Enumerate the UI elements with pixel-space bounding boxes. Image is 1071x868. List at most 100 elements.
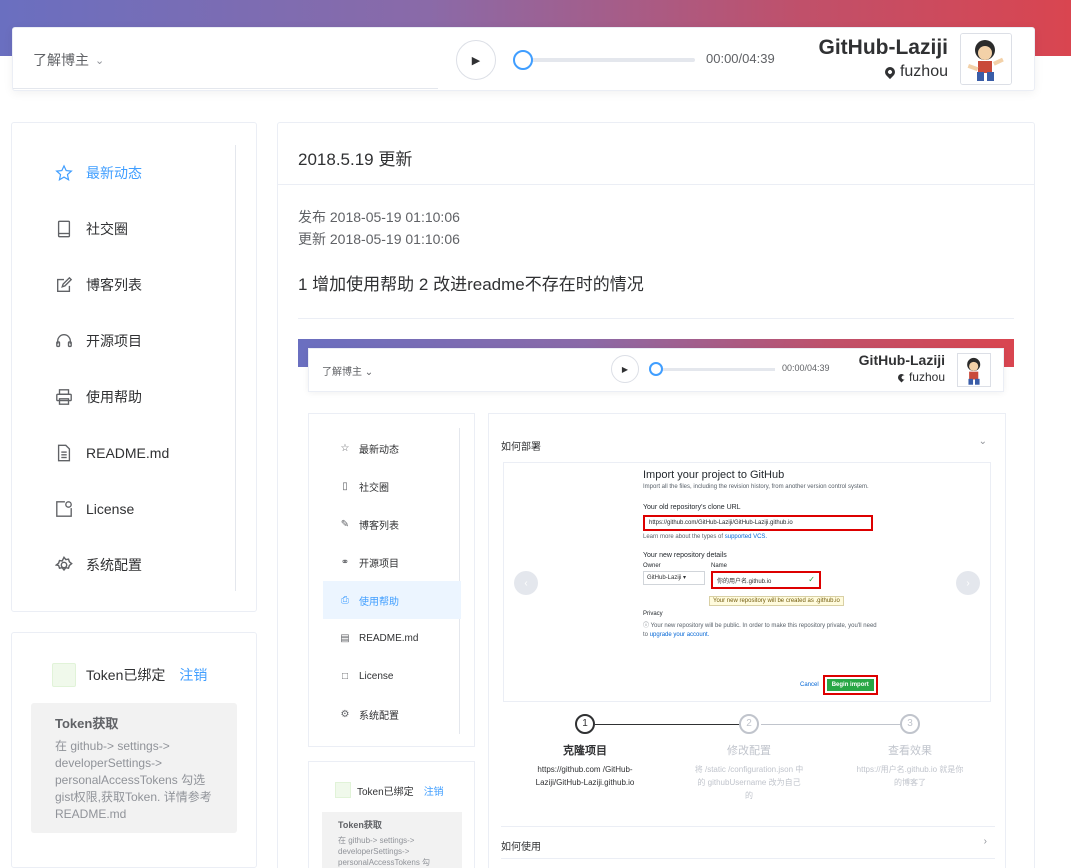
chevron-down-icon: ⌄ bbox=[95, 54, 105, 67]
token-status: Token已绑定 bbox=[86, 667, 166, 683]
shot-play-icon: ▶ bbox=[611, 355, 639, 383]
sidebar-item-label: 博客列表 bbox=[86, 277, 142, 293]
token-help-title: Token获取 bbox=[55, 716, 119, 731]
token-help-text: 在 github-> settings-> developerSettings-… bbox=[55, 739, 212, 821]
shot-token-icon bbox=[335, 782, 351, 798]
published-time: 发布 2018-05-19 01:10:06 bbox=[298, 209, 460, 225]
step-2: 2 修改配置 将 /static /configuration.json 中的 … bbox=[694, 714, 804, 802]
chevron-right-icon: › bbox=[983, 836, 987, 847]
document-icon: ▤ bbox=[340, 632, 350, 644]
shot-header: 了解博主 ⌄ ▶ 00:00/04:39 GitHub-Laziji fuzho… bbox=[308, 348, 1004, 392]
content-divider bbox=[298, 318, 1014, 319]
play-icon: ▶ bbox=[471, 54, 481, 67]
github-import-form: Import your project to GitHub Import all… bbox=[643, 469, 877, 638]
license-icon: □ bbox=[341, 670, 349, 682]
headset-icon: ⚭ bbox=[340, 556, 350, 568]
sidebar-item-social[interactable]: 社交圈 bbox=[54, 217, 128, 241]
shot-nav-item: ☆ 最新动态 bbox=[340, 442, 399, 456]
printer-icon: ⎙ bbox=[341, 594, 349, 606]
printer-icon bbox=[54, 387, 74, 407]
step-1: 1 克隆项目 https://github.com /GitHub-Laziji… bbox=[530, 714, 640, 789]
shot-token-card: Token已绑定 注销 Token获取 在 github-> settings-… bbox=[308, 761, 475, 868]
shot-slider-handle bbox=[649, 362, 663, 376]
token-card: Token已绑定 注销 Token获取 在 github-> settings-… bbox=[11, 632, 257, 868]
token-help-box: Token获取 在 github-> settings-> developerS… bbox=[31, 703, 237, 833]
audio-progress-slider[interactable] bbox=[513, 50, 695, 70]
about-label: 了解博主 bbox=[33, 52, 89, 68]
info-icon: ⓘ bbox=[643, 623, 650, 629]
avatar-image bbox=[961, 34, 1011, 84]
shot-token-help: Token获取 在 github-> settings-> developerS… bbox=[322, 812, 462, 868]
shot-sidebar: ☆ 最新动态 ▯ 社交圈 ✎ 博客列表 ⚭ 开源项目 ⎙ 使用帮助 ▤ README.md … bbox=[308, 413, 475, 747]
update-description: 1 增加使用帮助 2 改进readme不存在时的情况 bbox=[298, 275, 644, 294]
sidebar-item-projects[interactable]: 开源项目 bbox=[54, 329, 142, 353]
license-icon bbox=[54, 499, 74, 519]
sidebar-item-settings[interactable]: 系统配置 bbox=[54, 553, 142, 577]
location-pin-icon bbox=[896, 372, 907, 382]
audio-time: 00:00/04:39 bbox=[706, 51, 775, 66]
embedded-screenshot: 了解博主 ⌄ ▶ 00:00/04:39 GitHub-Laziji fuzho… bbox=[298, 339, 1014, 868]
shot-nav-item: ▤ README.md bbox=[340, 632, 419, 644]
sidebar: 最新动态 社交圈 博客列表 开源项目 使用帮助 README.md Licens… bbox=[11, 122, 257, 612]
token-status-icon bbox=[52, 663, 76, 687]
shot-about-label: 了解博主 ⌄ bbox=[322, 367, 374, 378]
gear-icon: ⚙ bbox=[340, 708, 350, 720]
headset-icon bbox=[54, 331, 74, 351]
play-button[interactable]: ▶ bbox=[456, 40, 496, 80]
sidebar-item-license[interactable]: License bbox=[54, 497, 134, 521]
tablet-icon: ▯ bbox=[342, 480, 348, 492]
location: fuzhou bbox=[882, 63, 948, 81]
location-pin-icon bbox=[882, 64, 898, 80]
step-3: 3 查看效果 https://用户名.github.io 就是你的博客了 bbox=[855, 714, 965, 789]
logout-link[interactable]: 注销 bbox=[179, 665, 207, 685]
slider-handle[interactable] bbox=[513, 50, 533, 70]
check-icon: ✓ bbox=[808, 575, 815, 584]
gear-icon bbox=[54, 555, 74, 575]
shot-divider bbox=[501, 826, 995, 827]
shot-divider bbox=[501, 858, 995, 859]
shot-usage-title: 如何使用 bbox=[501, 842, 541, 853]
star-icon bbox=[54, 163, 74, 183]
star-icon: ☆ bbox=[340, 442, 350, 454]
shot-nav-item: ⚙ 系统配置 bbox=[340, 708, 399, 722]
main-content: 2018.5.19 更新 发布 2018-05-19 01:10:06 更新 2… bbox=[277, 122, 1035, 868]
document-icon bbox=[54, 443, 74, 463]
updated-time: 更新 2018-05-19 01:10:06 bbox=[298, 231, 460, 247]
shot-avatar bbox=[957, 353, 991, 387]
avatar[interactable] bbox=[960, 33, 1012, 85]
gh-buttons: Cancel Begin import bbox=[800, 675, 878, 695]
sidebar-item-label: 社交圈 bbox=[86, 221, 128, 237]
shot-slider bbox=[649, 362, 775, 376]
sidebar-item-label: 使用帮助 bbox=[86, 389, 142, 405]
sidebar-item-help[interactable]: 使用帮助 bbox=[54, 385, 142, 409]
sidebar-item-label: README.md bbox=[86, 445, 170, 461]
sidebar-item-readme[interactable]: README.md bbox=[54, 441, 169, 465]
shot-main: 如何部署 ⌄ ‹ › Import your project to GitHub… bbox=[488, 413, 1006, 868]
shot-username: GitHub-Laziji bbox=[858, 352, 945, 368]
page-title: 2018.5.19 更新 bbox=[298, 150, 413, 169]
about-blogger-dropdown[interactable]: 了解博主 ⌄ bbox=[33, 50, 104, 70]
shot-deploy-title: 如何部署 bbox=[501, 442, 541, 453]
location-text: fuzhou bbox=[899, 63, 948, 80]
chevron-left-icon: ‹ bbox=[514, 571, 538, 595]
sidebar-item-latest[interactable]: 最新动态 bbox=[54, 161, 142, 185]
sidebar-item-label: License bbox=[86, 501, 135, 517]
shot-carousel: ‹ › Import your project to GitHub Import… bbox=[503, 462, 991, 702]
shot-nav-item-active: ⎙ 使用帮助 bbox=[323, 581, 461, 619]
shot-nav-item: □ License bbox=[323, 657, 461, 695]
shot-nav-item: ⚭ 开源项目 bbox=[340, 556, 399, 570]
gh-old-url-field: https://github.com/GitHub-Laziji/GitHub-… bbox=[643, 515, 873, 531]
shot-nav-item: ✎ 博客列表 bbox=[340, 518, 399, 532]
title-divider bbox=[278, 184, 1034, 185]
header-underline bbox=[13, 88, 438, 89]
shot-time: 00:00/04:39 bbox=[782, 363, 830, 373]
edit-icon: ✎ bbox=[340, 518, 350, 530]
username: GitHub-Laziji bbox=[818, 36, 949, 59]
sidebar-item-blogs[interactable]: 博客列表 bbox=[54, 273, 142, 297]
sidebar-item-label: 系统配置 bbox=[86, 557, 142, 573]
shot-token-row: Token已绑定 注销 bbox=[335, 782, 444, 798]
sidebar-item-label: 最新动态 bbox=[86, 165, 142, 181]
token-status-row: Token已绑定 注销 bbox=[52, 663, 207, 687]
shot-steps: 1 克隆项目 https://github.com /GitHub-Laziji… bbox=[503, 714, 991, 824]
sidebar-divider bbox=[235, 145, 236, 591]
